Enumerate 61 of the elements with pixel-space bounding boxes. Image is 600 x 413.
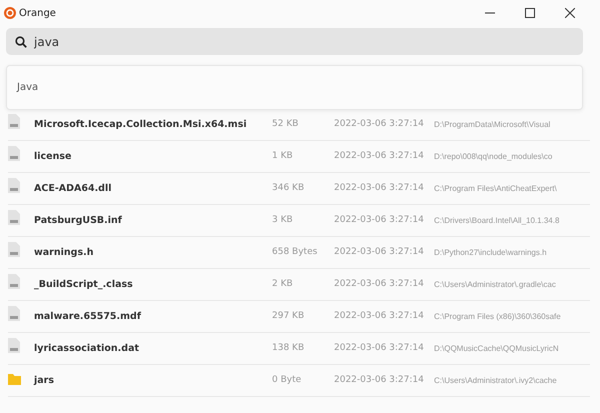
file-icon bbox=[8, 210, 20, 226]
file-row[interactable]: _BuildScript_.class 2 KB 2022-03-06 3:27:14 C:\Users\Administrator\.gradle\cac bbox=[8, 269, 590, 301]
file-path: C:\Program Files (x86)\360\360safe bbox=[434, 310, 562, 322]
file-row[interactable]: Microsoft.Icecap.Collection.Msi.x64.msi 52 KB 2022-03-06 3:27:14 D:\ProgramData\Microsoft\Visual bbox=[8, 109, 590, 141]
file-path: D:\Python27\include\warnings.h bbox=[434, 246, 548, 258]
file-icon bbox=[8, 338, 20, 354]
modified-date: 2022-03-06 3:27:14 bbox=[334, 278, 425, 291]
file-row[interactable]: PatsburgUSB.inf 3 KB 2022-03-06 3:27:14 C:\Drivers\Board.Intel\All_10.1.34.8 bbox=[8, 205, 590, 237]
file-name: Microsoft.Icecap.Collection.Msi.x64.msi bbox=[34, 118, 248, 132]
file-path: C:\Users\Administrator\.ivy2\cache bbox=[434, 374, 558, 386]
file-size: 138 KB bbox=[272, 342, 306, 355]
file-name: jars bbox=[34, 374, 56, 388]
modified-date: 2022-03-06 3:27:14 bbox=[334, 246, 425, 259]
file-row[interactable]: warnings.h 658 Bytes 2022-03-06 3:27:14 D:\Python27\include\warnings.h bbox=[8, 237, 590, 269]
file-size: 2 KB bbox=[272, 278, 294, 291]
file-icon bbox=[8, 178, 20, 194]
file-size: 346 KB bbox=[272, 182, 306, 195]
window-title: Orange bbox=[19, 8, 57, 18]
modified-date: 2022-03-06 3:27:14 bbox=[334, 182, 425, 195]
modified-date: 2022-03-06 3:27:14 bbox=[334, 118, 425, 131]
modified-date: 2022-03-06 3:27:14 bbox=[334, 310, 425, 323]
file-path: C:\Program Files\AntiCheatExpert\ bbox=[434, 182, 558, 194]
file-path: D:\QQMusicCache\QQMusicLyricN bbox=[434, 342, 560, 354]
file-path: C:\Drivers\Board.Intel\All_10.1.34.8 bbox=[434, 214, 560, 226]
file-icon bbox=[8, 306, 20, 322]
file-icon bbox=[8, 242, 20, 258]
search-field[interactable]: java bbox=[6, 28, 583, 55]
file-path: D:\repo\008\qq\node_modules\co bbox=[434, 150, 554, 162]
modified-date: 2022-03-06 3:27:14 bbox=[334, 150, 425, 163]
suggestion-item[interactable]: Java bbox=[7, 72, 582, 103]
file-size: 3 KB bbox=[272, 214, 294, 227]
file-path: C:\Users\Administrator\.gradle\cac bbox=[434, 278, 557, 290]
close-icon bbox=[565, 8, 575, 18]
file-size: 658 Bytes bbox=[272, 246, 318, 259]
file-size: 0 Byte bbox=[272, 374, 302, 387]
modified-date: 2022-03-06 3:27:14 bbox=[334, 374, 425, 387]
file-path: D:\ProgramData\Microsoft\Visual bbox=[434, 118, 552, 130]
file-row[interactable]: jars 0 Byte 2022-03-06 3:27:14 C:\Users\Administrator\.ivy2\cache bbox=[8, 365, 590, 397]
file-name: license bbox=[34, 150, 72, 164]
folder-icon bbox=[8, 374, 21, 386]
file-icon bbox=[8, 146, 20, 162]
file-icon bbox=[8, 114, 20, 130]
file-name: lyricassociation.dat bbox=[34, 342, 140, 356]
file-row[interactable]: ACE-ADA64.dll 346 KB 2022-03-06 3:27:14 C:\Program Files\AntiCheatExpert\ bbox=[8, 173, 590, 205]
app-logo-icon bbox=[4, 7, 16, 19]
file-size: 297 KB bbox=[272, 310, 306, 323]
file-size: 1 KB bbox=[272, 150, 294, 163]
file-name: warnings.h bbox=[34, 246, 94, 260]
file-icon bbox=[8, 274, 20, 290]
file-row[interactable]: lyricassociation.dat 138 KB 2022-03-06 3:27:14 D:\QQMusicCache\QQMusicLyricN bbox=[8, 333, 590, 365]
modified-date: 2022-03-06 3:27:14 bbox=[334, 342, 425, 355]
file-size: 52 KB bbox=[272, 118, 300, 131]
file-row[interactable]: malware.65575.mdf 297 KB 2022-03-06 3:27:14 C:\Program Files (x86)\360\360safe bbox=[8, 301, 590, 333]
file-name: ACE-ADA64.dll bbox=[34, 182, 112, 196]
file-name: PatsburgUSB.inf bbox=[34, 214, 123, 228]
file-name: _BuildScript_.class bbox=[34, 278, 134, 292]
file-row[interactable]: license 1 KB 2022-03-06 3:27:14 D:\repo\008\qq\node_modules\co bbox=[8, 141, 590, 173]
search-icon bbox=[15, 36, 27, 48]
modified-date: 2022-03-06 3:27:14 bbox=[334, 214, 425, 227]
file-name: malware.65575.mdf bbox=[34, 310, 142, 324]
maximize-icon bbox=[525, 8, 535, 18]
